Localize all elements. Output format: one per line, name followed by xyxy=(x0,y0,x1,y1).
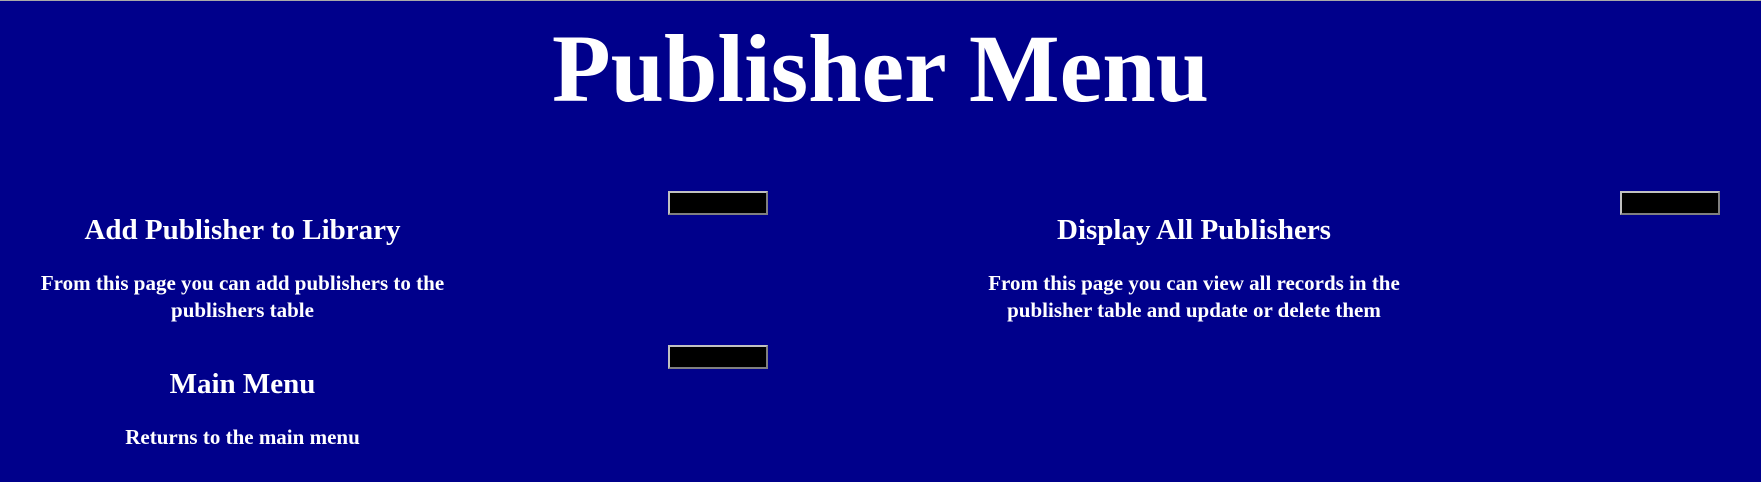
display-publishers-title: Display All Publishers xyxy=(1057,214,1331,246)
main-menu-title: Main Menu xyxy=(169,368,316,400)
add-publisher-title: Add Publisher to Library xyxy=(84,214,401,246)
display-publishers-description: From this page you can view all records … xyxy=(988,271,1400,322)
main-menu-description: Returns to the main menu xyxy=(125,425,360,449)
add-publisher-description: From this page you can add publishers to… xyxy=(40,271,445,322)
top-border xyxy=(0,0,1761,1)
page-title: Publisher Menu xyxy=(552,15,1209,122)
add-publisher-button[interactable] xyxy=(668,191,768,215)
display-publishers-button[interactable] xyxy=(1620,191,1720,215)
main-menu-button[interactable] xyxy=(668,345,768,369)
